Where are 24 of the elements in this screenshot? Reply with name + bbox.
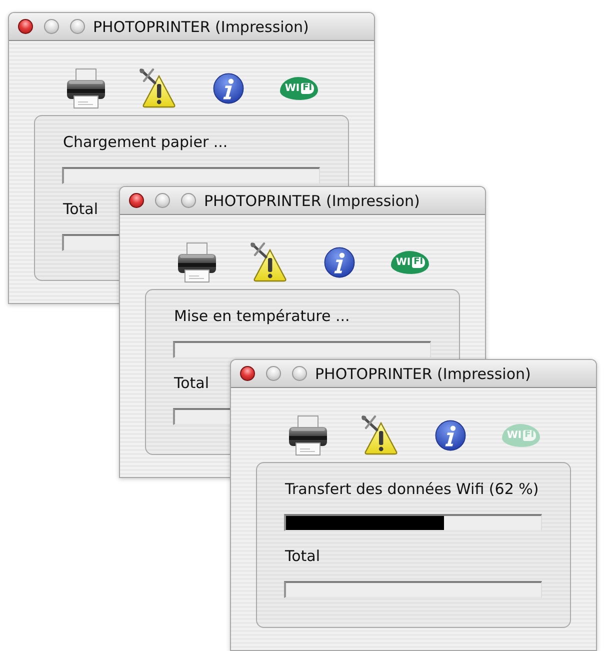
- window-title: PHOTOPRINTER (Impression): [204, 192, 420, 210]
- progress-label: Chargement papier ...: [63, 133, 228, 151]
- window-title: PHOTOPRINTER (Impression): [93, 18, 309, 36]
- logo-text: WI: [396, 256, 411, 268]
- logo-text: WI: [284, 82, 300, 94]
- minimize-button[interactable]: [44, 19, 59, 34]
- close-button[interactable]: [129, 193, 144, 208]
- close-button[interactable]: [18, 19, 33, 34]
- minimize-button[interactable]: [266, 366, 281, 381]
- zoom-button[interactable]: [181, 193, 196, 208]
- progress-label: Total: [174, 374, 210, 392]
- progress-label: Total: [285, 547, 320, 565]
- progress-label: Total: [63, 200, 98, 218]
- logo-text: FI: [300, 83, 314, 94]
- progress-label: Mise en température ...: [174, 307, 350, 325]
- progress-label: Transfert des données Wifi (62 %): [285, 480, 539, 498]
- window-title: PHOTOPRINTER (Impression): [315, 364, 531, 382]
- zoom-button[interactable]: [292, 366, 307, 381]
- logo-text: WI: [506, 430, 522, 442]
- minimize-button[interactable]: [155, 193, 170, 208]
- zoom-button[interactable]: [70, 19, 85, 34]
- logo-text: FI: [522, 430, 536, 441]
- logo-text: FI: [412, 257, 426, 268]
- close-button[interactable]: [240, 366, 255, 381]
